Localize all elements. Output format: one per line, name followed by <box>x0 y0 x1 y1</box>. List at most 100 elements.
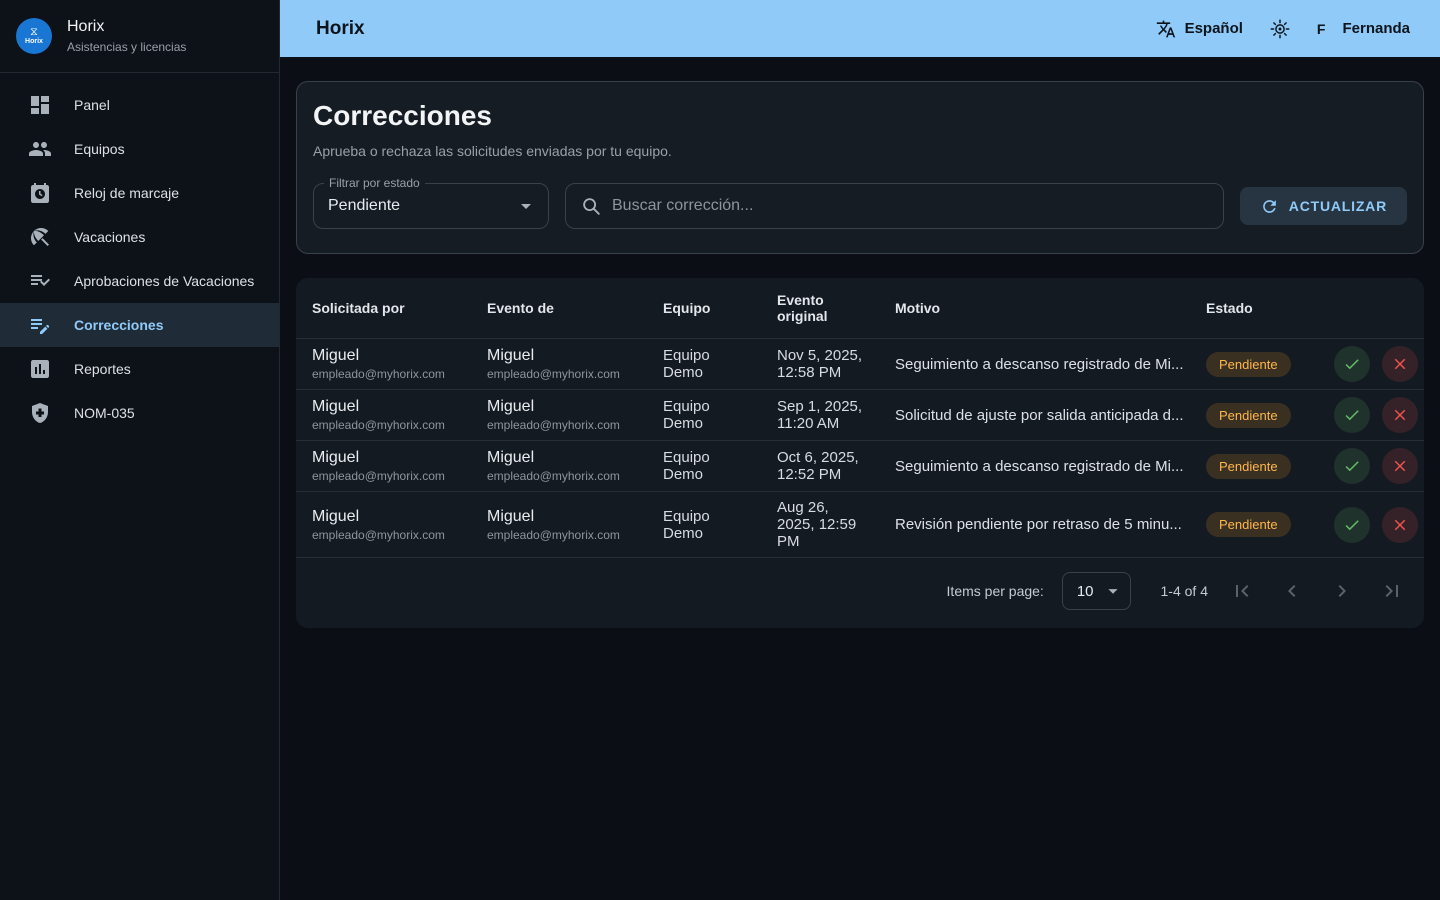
app-name: Horix <box>67 18 105 35</box>
sidebar-item-reloj-de-marcaje[interactable]: Reloj de marcaje <box>0 171 279 215</box>
sidebar-header: ⧖ Horix Horix Asistencias y licencias <box>0 0 279 73</box>
sidebar-item-correcciones[interactable]: Correcciones <box>0 303 279 347</box>
column-header-actions <box>1318 278 1424 339</box>
event-person-name: Miguel <box>487 507 535 525</box>
reject-button[interactable] <box>1382 346 1419 382</box>
chevron-down-icon <box>1102 580 1124 602</box>
last-page-button[interactable] <box>1376 575 1408 607</box>
sidebar-item-reportes[interactable]: Reportes <box>0 347 279 391</box>
punch-clock-icon <box>28 181 52 205</box>
header-title: Horix <box>316 17 365 39</box>
sidebar-item-vacaciones[interactable]: Vacaciones <box>0 215 279 259</box>
app-subtitle: Asistencias y licencias <box>67 40 187 54</box>
header-actions: Español F Fernanda <box>1156 18 1410 40</box>
sidebar-nav: Panel Equipos Reloj de marcaje Vacacione… <box>0 73 279 445</box>
original-event-date-cell: Sep 1, 2025, 11:20 AM <box>761 389 879 441</box>
status-badge: Pendiente <box>1206 453 1291 479</box>
refresh-button[interactable]: ACTUALIZAR <box>1239 187 1407 225</box>
reject-button[interactable] <box>1382 397 1419 433</box>
user-name: Fernanda <box>1342 20 1410 37</box>
app-logo: ⧖ Horix <box>16 18 52 54</box>
sidebar: ⧖ Horix Horix Asistencias y licencias Pa… <box>0 0 280 900</box>
page-size-value: 10 <box>1076 582 1094 600</box>
approve-button[interactable] <box>1334 448 1370 484</box>
main-area: Horix Español F Fernanda Correcciones Ap… <box>280 0 1440 900</box>
chevron-down-icon <box>514 194 538 218</box>
hourglass-icon: ⧖ <box>30 25 38 38</box>
sidebar-item-label: NOM-035 <box>74 405 135 421</box>
app-header: Horix Español F Fernanda <box>280 0 1440 57</box>
sidebar-item-nom-035[interactable]: NOM-035 <box>0 391 279 435</box>
status-badge: Pendiente <box>1206 351 1291 377</box>
brightness-icon <box>1269 18 1291 40</box>
event-person-name: Miguel <box>487 449 535 466</box>
table-row: Miguel empleado@myhorix.com Miguel emple… <box>296 491 1424 558</box>
refresh-label: ACTUALIZAR <box>1288 198 1387 214</box>
sidebar-item-label: Reportes <box>74 361 131 377</box>
edit-note-icon <box>28 313 52 337</box>
app-meta: Horix Asistencias y licencias <box>67 18 186 54</box>
requester-name: Miguel <box>312 398 360 415</box>
next-page-button[interactable] <box>1326 575 1358 607</box>
status-filter-select[interactable]: Filtrar por estado Pendiente <box>313 176 549 229</box>
health-safety-icon <box>28 401 52 425</box>
user-initial: F <box>1316 20 1326 37</box>
table-row: Miguel empleado@myhorix.com Miguel emple… <box>296 440 1424 492</box>
theme-toggle-button[interactable] <box>1269 18 1291 40</box>
reject-button[interactable] <box>1382 506 1419 543</box>
original-event-date-cell: Aug 26, 2025, 12:59 PM <box>761 491 879 558</box>
event-person-name: Miguel <box>487 347 535 364</box>
search-input[interactable] <box>612 197 1209 215</box>
status-filter-value: Pendiente <box>328 197 401 214</box>
dashboard-icon <box>28 93 52 117</box>
column-header: Evento de <box>471 278 647 339</box>
page-size-select[interactable]: 10 <box>1061 572 1131 610</box>
requester-email: empleado@myhorix.com <box>312 527 445 542</box>
sidebar-item-aprobaciones-de-vacaciones[interactable]: Aprobaciones de Vacaciones <box>0 259 279 303</box>
approve-button[interactable] <box>1334 506 1370 543</box>
status-badge: Pendiente <box>1206 512 1291 537</box>
sidebar-item-panel[interactable]: Panel <box>0 83 279 127</box>
event-person-email: empleado@myhorix.com <box>487 469 620 483</box>
reject-button[interactable] <box>1382 448 1419 484</box>
page-subtitle: Aprueba o rechaza las solicitudes enviad… <box>313 143 672 159</box>
filter-row: Filtrar por estado Pendiente Buscar corr… <box>313 176 1407 229</box>
first-page-button[interactable] <box>1226 575 1258 607</box>
pagination: Items per page: 10 1-4 of 4 <box>296 558 1424 628</box>
previous-page-button[interactable] <box>1276 575 1308 607</box>
translate-icon <box>1156 19 1176 39</box>
language-button[interactable]: Español <box>1156 19 1243 39</box>
sidebar-item-equipos[interactable]: Equipos <box>0 127 279 171</box>
user-menu[interactable]: F Fernanda <box>1317 20 1410 37</box>
report-icon <box>28 357 52 381</box>
app-logo-label: Horix <box>25 37 43 45</box>
approve-button[interactable] <box>1334 397 1370 433</box>
corrections-card: Correcciones Aprueba o rechaza las solic… <box>296 81 1424 254</box>
approve-button[interactable] <box>1334 346 1370 382</box>
event-person-email: empleado@myhorix.com <box>487 367 620 381</box>
groups-icon <box>28 137 52 161</box>
corrections-table-card: Solicitada por Evento de Equipo Evento orig… <box>296 278 1424 628</box>
requester-name: Miguel <box>312 449 360 466</box>
column-header: Estado <box>1190 278 1318 339</box>
items-per-page-label: Items per page: <box>946 583 1044 599</box>
team-cell: Equipo Demo <box>647 338 761 390</box>
page-title: Correcciones <box>313 100 492 131</box>
original-event-date-cell: Oct 6, 2025, 12:52 PM <box>761 440 879 492</box>
team-cell: Equipo Demo <box>647 440 761 492</box>
sidebar-item-label: Reloj de marcaje <box>74 185 180 201</box>
corrections-table: Solicitada por Evento de Equipo Evento orig… <box>296 278 1424 558</box>
sidebar-item-label: Correcciones <box>74 317 164 333</box>
sidebar-item-label: Equipos <box>74 141 125 157</box>
requester-email: empleado@myhorix.com <box>312 367 445 381</box>
status-filter-label: Filtrar por estado <box>324 176 425 190</box>
column-header: Motivo <box>879 278 1190 339</box>
reason-cell: Solicitud de ajuste por salida anticipad… <box>879 389 1190 441</box>
status-badge: Pendiente <box>1206 402 1291 428</box>
table-header-row: Solicitada por Evento de Equipo Evento orig… <box>296 278 1424 339</box>
table-row: Miguel empleado@myhorix.com Miguel emple… <box>296 389 1424 441</box>
reason-cell: Revisión pendiente por retraso de 5 minu… <box>879 491 1190 558</box>
reason-cell: Seguimiento a descanso registrado de Mi.… <box>879 440 1190 492</box>
requester-email: empleado@myhorix.com <box>312 418 445 432</box>
checklist-check-icon <box>28 269 52 293</box>
